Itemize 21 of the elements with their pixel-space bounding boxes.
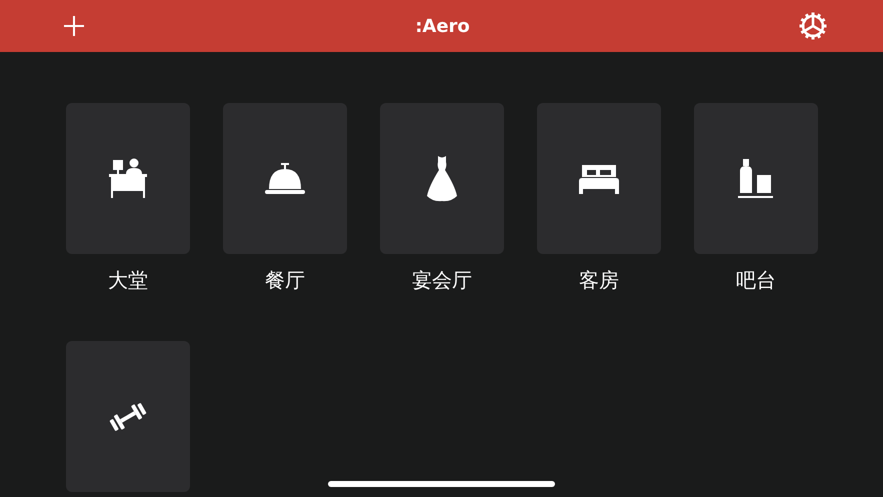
bed-icon [578,162,620,194]
category-tile[interactable] [223,103,347,254]
category-tile[interactable] [66,103,190,254]
category-label: 餐厅 [265,267,305,293]
category-label: 宴会厅 [412,267,472,293]
bottle-and-glass-icon [738,158,774,198]
category-tile[interactable] [380,103,504,254]
app-title: :Aero [415,14,470,38]
category-label: 大堂 [108,267,148,293]
reception-desk-icon [108,158,148,200]
category-tile[interactable] [66,341,190,492]
dress-icon [425,156,459,202]
category-tile[interactable] [694,103,818,254]
settings-icon [799,12,827,40]
plus-icon [64,16,84,36]
service-bell-icon [264,162,306,194]
add-button[interactable] [62,14,86,38]
category-tile[interactable] [537,103,661,254]
category-label: 吧台 [736,267,776,293]
category-label: 客房 [579,267,619,293]
settings-button[interactable] [799,12,827,40]
